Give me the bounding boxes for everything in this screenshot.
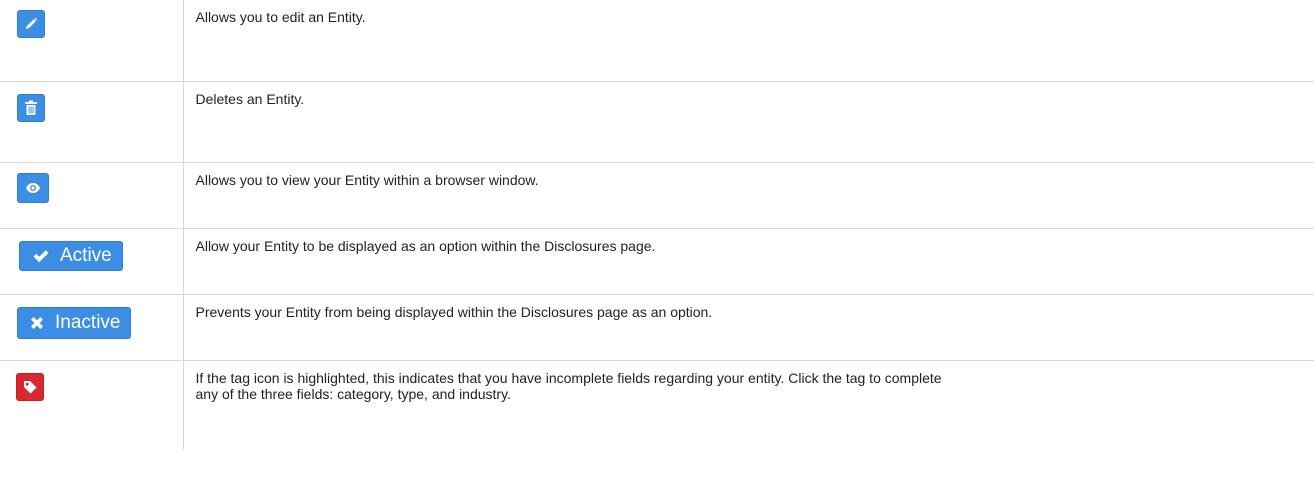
table-row: Deletes an Entity. <box>0 81 1314 163</box>
icon-cell: Active <box>0 228 184 295</box>
active-button-label: Active <box>60 245 112 266</box>
x-icon <box>31 317 43 329</box>
icon-cell <box>0 0 184 82</box>
description-cell: Allows you to view your Entity within a … <box>182 162 1314 229</box>
checkmark-icon <box>33 250 49 263</box>
table-row: Inactive Prevents your Entity from being… <box>0 294 1314 361</box>
icon-cell <box>0 81 184 163</box>
description-text: Allow your Entity to be displayed as an … <box>195 238 656 254</box>
description-text: Prevents your Entity from being displaye… <box>195 304 713 320</box>
description-text-line-2: any of the three fields: category, type,… <box>195 386 511 402</box>
tag-icon <box>24 381 37 394</box>
edit-button[interactable] <box>17 10 45 38</box>
table-row: Allows you to view your Entity within a … <box>0 162 1314 229</box>
trash-icon <box>25 100 37 115</box>
eye-icon <box>26 183 40 193</box>
icon-cell: Inactive <box>0 294 184 361</box>
inactive-button-label: Inactive <box>55 312 121 333</box>
table-row: Active Allow your Entity to be displayed… <box>0 228 1314 295</box>
table-row: If the tag icon is highlighted, this ind… <box>0 360 1314 450</box>
active-button[interactable]: Active <box>19 241 123 271</box>
description-cell: Allow your Entity to be displayed as an … <box>182 228 1314 295</box>
description-text: Allows you to view your Entity within a … <box>195 172 539 188</box>
icon-legend-table: Allows you to edit an Entity. Deletes an… <box>0 0 1314 450</box>
description-cell: If the tag icon is highlighted, this ind… <box>182 360 1314 450</box>
description-text: Allows you to edit an Entity. <box>195 9 366 25</box>
description-text-line-1: If the tag icon is highlighted, this ind… <box>195 370 942 386</box>
icon-cell <box>0 360 184 450</box>
delete-button[interactable] <box>17 94 45 122</box>
inactive-button[interactable]: Inactive <box>17 307 132 339</box>
description-cell: Prevents your Entity from being displaye… <box>182 294 1314 361</box>
pencil-icon <box>26 17 38 29</box>
icon-cell <box>0 162 184 229</box>
description-text: Deletes an Entity. <box>195 91 305 107</box>
tag-button[interactable] <box>16 373 44 401</box>
description-cell: Allows you to edit an Entity. <box>182 0 1314 82</box>
description-cell: Deletes an Entity. <box>182 81 1314 163</box>
view-button[interactable] <box>17 173 49 203</box>
table-row: Allows you to edit an Entity. <box>0 0 1314 82</box>
